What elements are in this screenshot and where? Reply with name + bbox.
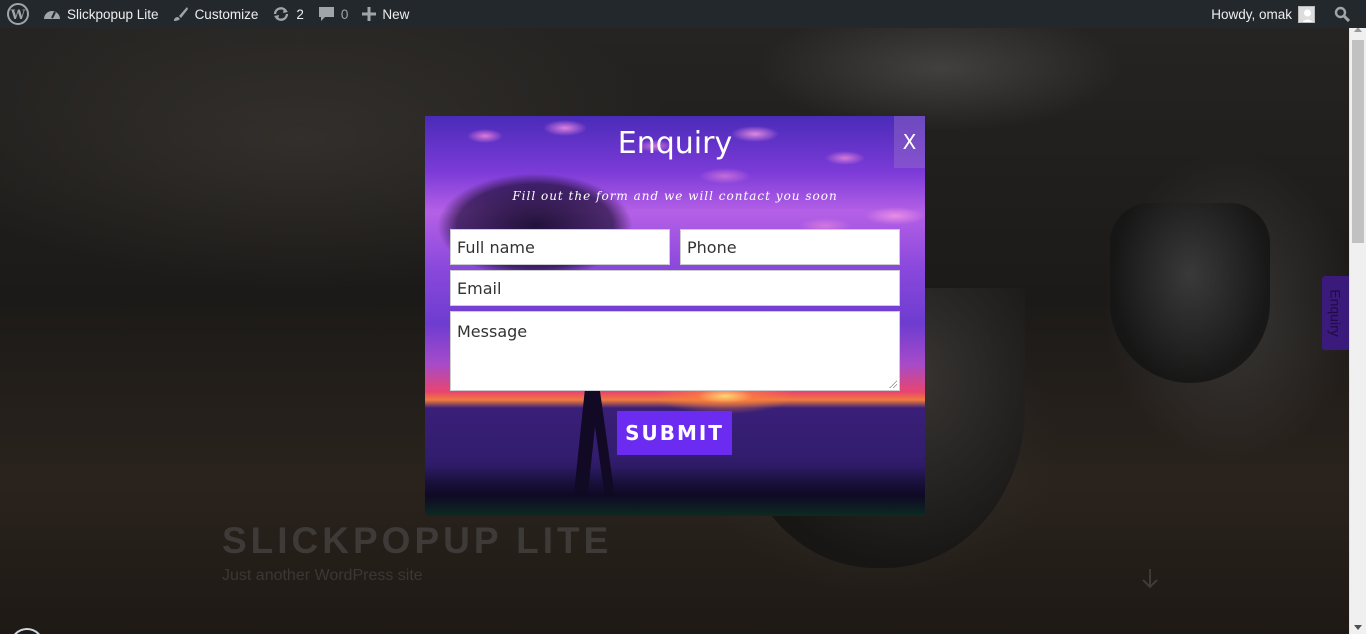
enquiry-side-tab-label: Enquiry bbox=[1327, 289, 1344, 337]
site-description: Just another WordPress site bbox=[222, 567, 423, 584]
wordpress-icon: W bbox=[7, 3, 29, 25]
dashboard-icon bbox=[44, 11, 60, 19]
comments-link[interactable]: 0 bbox=[311, 0, 356, 28]
scroll-down-arrow-icon[interactable] bbox=[1140, 568, 1160, 595]
site-name-menu[interactable]: Slickpopup Lite bbox=[36, 0, 166, 28]
wordpress-logo-button[interactable]: W bbox=[0, 0, 36, 28]
user-avatar-icon bbox=[1302, 9, 1313, 22]
email-placeholder: Email bbox=[457, 278, 502, 298]
resize-handle-icon[interactable] bbox=[889, 380, 897, 388]
account-menu[interactable]: Howdy, omak bbox=[1204, 0, 1322, 28]
background-pot-image bbox=[1110, 203, 1270, 383]
email-input[interactable]: Email bbox=[450, 270, 900, 306]
popup-subtitle: Fill out the form and we will contact yo… bbox=[512, 189, 838, 203]
scroll-down-icon[interactable] bbox=[1354, 625, 1362, 630]
enquiry-popup: Enquiry X Fill out the form and we will … bbox=[425, 116, 925, 516]
site-name-label: Slickpopup Lite bbox=[67, 6, 159, 22]
admin-bar: W Slickpopup Lite Customize 2 0 New Howd… bbox=[0, 0, 1366, 28]
full-name-placeholder: Full name bbox=[457, 237, 535, 257]
updates-icon bbox=[274, 7, 289, 21]
customize-link[interactable]: Customize bbox=[166, 0, 266, 28]
new-content-menu[interactable]: New bbox=[355, 0, 416, 28]
new-label: New bbox=[382, 6, 410, 22]
updates-count: 2 bbox=[296, 6, 304, 22]
message-placeholder: Message bbox=[457, 322, 528, 341]
plus-icon bbox=[362, 7, 377, 21]
message-textarea[interactable]: Message bbox=[450, 311, 900, 391]
admin-search-button[interactable] bbox=[1322, 0, 1366, 28]
howdy-label: Howdy, omak bbox=[1211, 6, 1292, 22]
brush-icon bbox=[173, 7, 188, 21]
svg-text:W: W bbox=[10, 8, 26, 23]
comments-count: 0 bbox=[340, 6, 349, 22]
page-scrollbar[interactable] bbox=[1349, 27, 1366, 634]
phone-placeholder: Phone bbox=[687, 237, 737, 257]
scrollbar-thumb[interactable] bbox=[1352, 40, 1364, 243]
avatar bbox=[1298, 5, 1315, 23]
site-title[interactable]: SLICKPOPUP LITE bbox=[222, 520, 612, 562]
shoreline bbox=[425, 466, 925, 516]
search-icon bbox=[1334, 6, 1350, 22]
updates-link[interactable]: 2 bbox=[265, 0, 311, 28]
full-name-input[interactable]: Full name bbox=[450, 229, 670, 265]
phone-input[interactable]: Phone bbox=[680, 229, 900, 265]
close-button[interactable]: X bbox=[894, 116, 925, 168]
popup-title: Enquiry bbox=[617, 126, 733, 161]
chat-launcher-icon[interactable] bbox=[10, 628, 44, 634]
comment-icon bbox=[318, 7, 334, 21]
customize-label: Customize bbox=[194, 6, 259, 22]
submit-button[interactable]: SUBMIT bbox=[617, 411, 732, 455]
enquiry-side-tab[interactable]: Enquiry bbox=[1322, 276, 1349, 350]
